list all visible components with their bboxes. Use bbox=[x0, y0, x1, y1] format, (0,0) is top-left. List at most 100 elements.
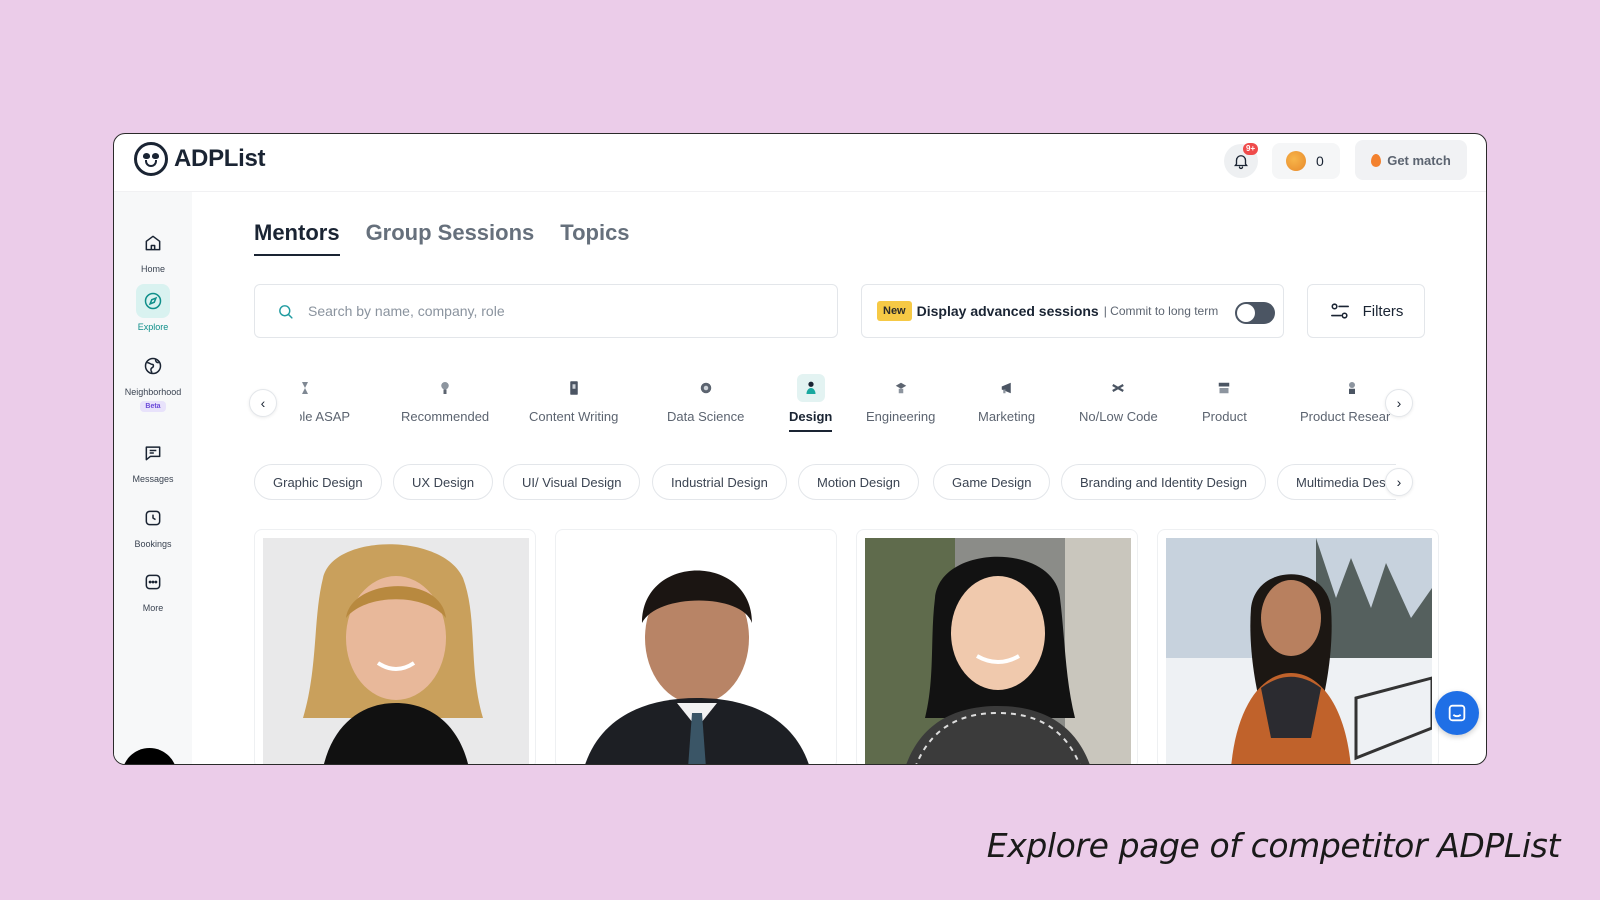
data-science-icon bbox=[692, 374, 720, 402]
category-recommended[interactable]: Recommended bbox=[401, 374, 489, 430]
category-product[interactable]: Product bbox=[1202, 374, 1247, 430]
adplist-logo[interactable]: ADPList bbox=[134, 142, 266, 176]
mentor-photo bbox=[564, 538, 830, 764]
slide-caption: Explore page of competitor ADPList bbox=[986, 826, 1561, 865]
chip-industrial-design[interactable]: Industrial Design bbox=[652, 464, 787, 500]
category-label: Design bbox=[789, 409, 833, 432]
document-icon bbox=[560, 374, 588, 402]
notifications-button[interactable]: 9+ bbox=[1224, 143, 1259, 178]
category-label: No/Low Code bbox=[1079, 409, 1158, 424]
mentor-card[interactable] bbox=[856, 529, 1138, 764]
chip-ux-design[interactable]: UX Design bbox=[393, 464, 494, 500]
trophy-icon bbox=[431, 374, 459, 402]
engineering-icon bbox=[887, 374, 915, 402]
advanced-sessions-toggle[interactable] bbox=[1235, 302, 1275, 324]
sidebar-item-messages[interactable]: Messages bbox=[114, 436, 192, 484]
sidebar-item-label: Home bbox=[140, 264, 165, 274]
categories-prev-button[interactable]: ‹ bbox=[249, 389, 277, 417]
sidebar-item-neighborhood[interactable]: Neighborhood Beta bbox=[114, 349, 192, 412]
category-marketing[interactable]: Marketing bbox=[978, 374, 1035, 430]
clock-icon bbox=[136, 501, 170, 535]
category-design[interactable]: Design bbox=[789, 374, 833, 432]
app-window: ADPList 9+ 0 Get match Home Explore Neig… bbox=[113, 133, 1487, 765]
chat-icon bbox=[1448, 704, 1466, 722]
new-badge: New bbox=[877, 301, 912, 321]
get-match-button[interactable]: Get match bbox=[1355, 140, 1467, 180]
mentor-photo bbox=[263, 538, 529, 764]
more-icon bbox=[136, 565, 170, 599]
chip-multimedia-design[interactable]: Multimedia Design bbox=[1277, 464, 1396, 500]
chips-next-button[interactable]: › bbox=[1385, 468, 1413, 496]
sidebar-item-label: More bbox=[142, 603, 164, 613]
category-label: Product Research bbox=[1300, 409, 1390, 424]
search-input[interactable] bbox=[308, 303, 788, 319]
explore-tabs: Mentors Group Sessions Topics bbox=[254, 220, 630, 256]
beta-badge: Beta bbox=[140, 401, 166, 412]
filters-icon bbox=[1330, 303, 1349, 319]
compass-icon bbox=[136, 284, 170, 318]
sidebar-item-label: Explore bbox=[137, 322, 169, 332]
top-bar: ADPList 9+ 0 Get match bbox=[114, 134, 1486, 192]
category-engineering[interactable]: Engineering bbox=[866, 374, 935, 430]
coins-button[interactable]: 0 bbox=[1272, 143, 1340, 179]
sidebar-item-home[interactable]: Home bbox=[114, 226, 192, 274]
mentor-card[interactable] bbox=[254, 529, 536, 764]
chip-branding-identity-design[interactable]: Branding and Identity Design bbox=[1061, 464, 1266, 500]
category-available-asap[interactable]: Available ASAP bbox=[300, 374, 350, 430]
design-icon bbox=[796, 374, 825, 402]
categories-next-button[interactable]: › bbox=[1385, 389, 1413, 417]
chevron-right-icon: › bbox=[1396, 395, 1402, 411]
globe-icon bbox=[136, 349, 170, 383]
advanced-sessions-title: Display advanced sessions bbox=[916, 303, 1099, 319]
hourglass-icon bbox=[300, 374, 319, 402]
user-avatar[interactable] bbox=[122, 748, 177, 764]
advanced-sessions-subtitle: | Commit to long term bbox=[1103, 304, 1219, 318]
message-icon bbox=[136, 436, 170, 470]
tab-topics[interactable]: Topics bbox=[560, 220, 629, 256]
category-content-writing[interactable]: Content Writing bbox=[529, 374, 618, 430]
flame-icon bbox=[1371, 153, 1382, 167]
sidebar-item-more[interactable]: More bbox=[114, 565, 192, 613]
sidebar: Home Explore Neighborhood Beta Messages bbox=[114, 192, 192, 764]
sidebar-item-bookings[interactable]: Bookings bbox=[114, 501, 192, 549]
category-strip: Available ASAP Recommended Content Writi… bbox=[300, 374, 1390, 444]
category-label: Content Writing bbox=[529, 409, 619, 424]
tab-mentors[interactable]: Mentors bbox=[254, 220, 340, 256]
filters-button[interactable]: Filters bbox=[1307, 284, 1425, 338]
category-label: Engineering bbox=[866, 409, 936, 424]
mentor-card[interactable] bbox=[555, 529, 837, 764]
no-code-icon bbox=[1104, 374, 1132, 402]
chip-graphic-design[interactable]: Graphic Design bbox=[254, 464, 382, 500]
category-product-research[interactable]: Product Research bbox=[1300, 374, 1390, 430]
tab-group-sessions[interactable]: Group Sessions bbox=[366, 220, 535, 256]
category-label: Available ASAP bbox=[300, 409, 351, 424]
sidebar-item-label: Bookings bbox=[134, 539, 172, 549]
get-match-label: Get match bbox=[1387, 152, 1451, 168]
category-no-low-code[interactable]: No/Low Code bbox=[1079, 374, 1158, 430]
category-label: Marketing bbox=[978, 409, 1036, 424]
mentor-photo bbox=[865, 538, 1131, 764]
sidebar-item-explore[interactable]: Explore bbox=[114, 284, 192, 332]
category-data-science[interactable]: Data Science bbox=[667, 374, 744, 430]
chat-support-button[interactable] bbox=[1435, 691, 1479, 735]
chip-game-design[interactable]: Game Design bbox=[933, 464, 1051, 500]
subcategory-chips: Graphic Design UX Design UI/ Visual Desi… bbox=[254, 464, 1396, 502]
search-icon bbox=[279, 304, 293, 319]
logo-text: ADPList bbox=[174, 145, 266, 172]
chip-motion-design[interactable]: Motion Design bbox=[798, 464, 920, 500]
product-icon bbox=[1210, 374, 1238, 402]
sidebar-item-label: Neighborhood bbox=[124, 387, 182, 397]
chip-ui-visual-design[interactable]: UI/ Visual Design bbox=[503, 464, 641, 500]
category-label: Product bbox=[1202, 409, 1247, 424]
search-box[interactable] bbox=[254, 284, 838, 338]
notification-count-badge: 9+ bbox=[1243, 143, 1259, 155]
logo-icon bbox=[134, 142, 168, 176]
category-label: Recommended bbox=[401, 409, 490, 424]
coins-count: 0 bbox=[1316, 153, 1324, 169]
category-label: Data Science bbox=[667, 409, 745, 424]
research-icon bbox=[1338, 374, 1366, 402]
mentor-card[interactable] bbox=[1157, 529, 1439, 764]
filters-label: Filters bbox=[1362, 302, 1404, 320]
mentor-photo bbox=[1166, 538, 1432, 764]
toggle-knob bbox=[1237, 304, 1255, 322]
